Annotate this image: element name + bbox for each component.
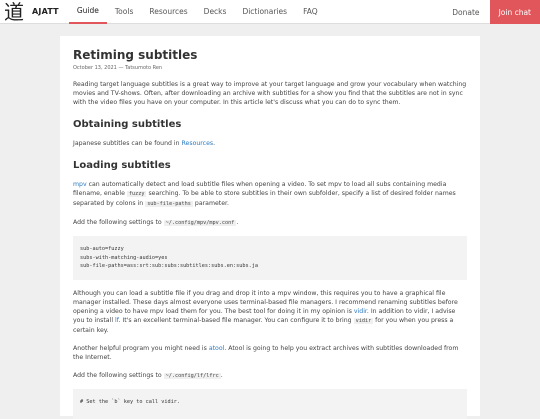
code-mpv-conf-path: ~/.config/mpv/mpv.conf — [163, 220, 237, 226]
nav-guide[interactable]: Guide — [68, 0, 107, 24]
text: . — [213, 140, 216, 147]
donate-link[interactable]: Donate — [452, 8, 479, 17]
resources-link[interactable]: Resources — [182, 140, 214, 147]
join-chat-button[interactable]: Join chat — [489, 0, 540, 24]
nav-decks[interactable]: Decks — [196, 0, 235, 24]
nav-right: Donate Join chat — [452, 0, 540, 24]
text: Add the following settings to — [73, 371, 164, 379]
text: . It's an excellent terminal-based file … — [118, 316, 354, 324]
mpv-settings-intro: Add the following settings to ~/.config/… — [73, 218, 467, 228]
text: parameter. — [192, 200, 229, 207]
code-lfrc-path: ~/.config/lf/lfrc — [163, 372, 221, 379]
article-meta: October 13, 2021 — Tatsumoto Ren — [73, 65, 163, 71]
heading-loading: Loading subtitles — [73, 160, 171, 171]
code-line: sub-file-paths=ass:srt:sub:subs:subtitle… — [80, 263, 259, 269]
mpv-paragraph: mpv can automatically detect and load su… — [73, 180, 467, 209]
nav-dictionaries[interactable]: Dictionaries — [234, 0, 295, 24]
code-sub-file-paths: sub-file-paths — [145, 201, 193, 207]
mpv-link[interactable]: mpv — [73, 181, 87, 188]
code-block-lf[interactable]: # Set the `b` key to call vidir. — [73, 388, 467, 419]
top-navbar: 道 AJATT Guide Tools Resources Decks Dict… — [0, 0, 540, 24]
obtain-paragraph: Japanese subtitles can be found in Resou… — [73, 139, 467, 148]
logo-icon: 道 — [4, 0, 24, 24]
vidir-link[interactable]: vidir — [354, 308, 367, 315]
code-vidir: vidir — [353, 317, 374, 324]
text: . — [220, 371, 223, 379]
nav-resources[interactable]: Resources — [141, 0, 195, 24]
atool-paragraph: Another helpful program you might need i… — [73, 344, 467, 362]
brand-name[interactable]: AJATT — [32, 7, 59, 16]
heading-obtaining: Obtaining subtitles — [73, 119, 182, 130]
code-fuzzy: fuzzy — [126, 191, 147, 197]
text: Another helpful program you might need i… — [73, 344, 209, 352]
article-card: Retiming subtitles October 13, 2021 — Ta… — [60, 36, 480, 419]
text: Japanese subtitles can be found in — [73, 140, 182, 147]
code-line: subs-with-matching-audio=yes — [80, 254, 168, 261]
nav-links: Guide Tools Resources Decks Dictionaries… — [68, 0, 326, 24]
code-line: sub-auto=fuzzy — [80, 246, 124, 252]
intro-paragraph: Reading target language subtitles is a g… — [73, 81, 467, 106]
page-title: Retiming subtitles — [73, 48, 198, 62]
lf-settings-intro: Add the following settings to ~/.config/… — [73, 371, 467, 381]
atool-link[interactable]: atool — [209, 345, 225, 352]
nav-tools[interactable]: Tools — [107, 0, 141, 24]
site-logo[interactable]: 道 AJATT — [2, 2, 69, 22]
text: Add the following settings to — [73, 219, 164, 226]
nav-faq[interactable]: FAQ — [295, 0, 326, 24]
code-block-mpv[interactable]: sub-auto=fuzzy subs-with-matching-audio=… — [73, 236, 467, 280]
vidir-paragraph: Although you can load a subtitle file if… — [73, 289, 467, 335]
text: . — [236, 219, 239, 226]
